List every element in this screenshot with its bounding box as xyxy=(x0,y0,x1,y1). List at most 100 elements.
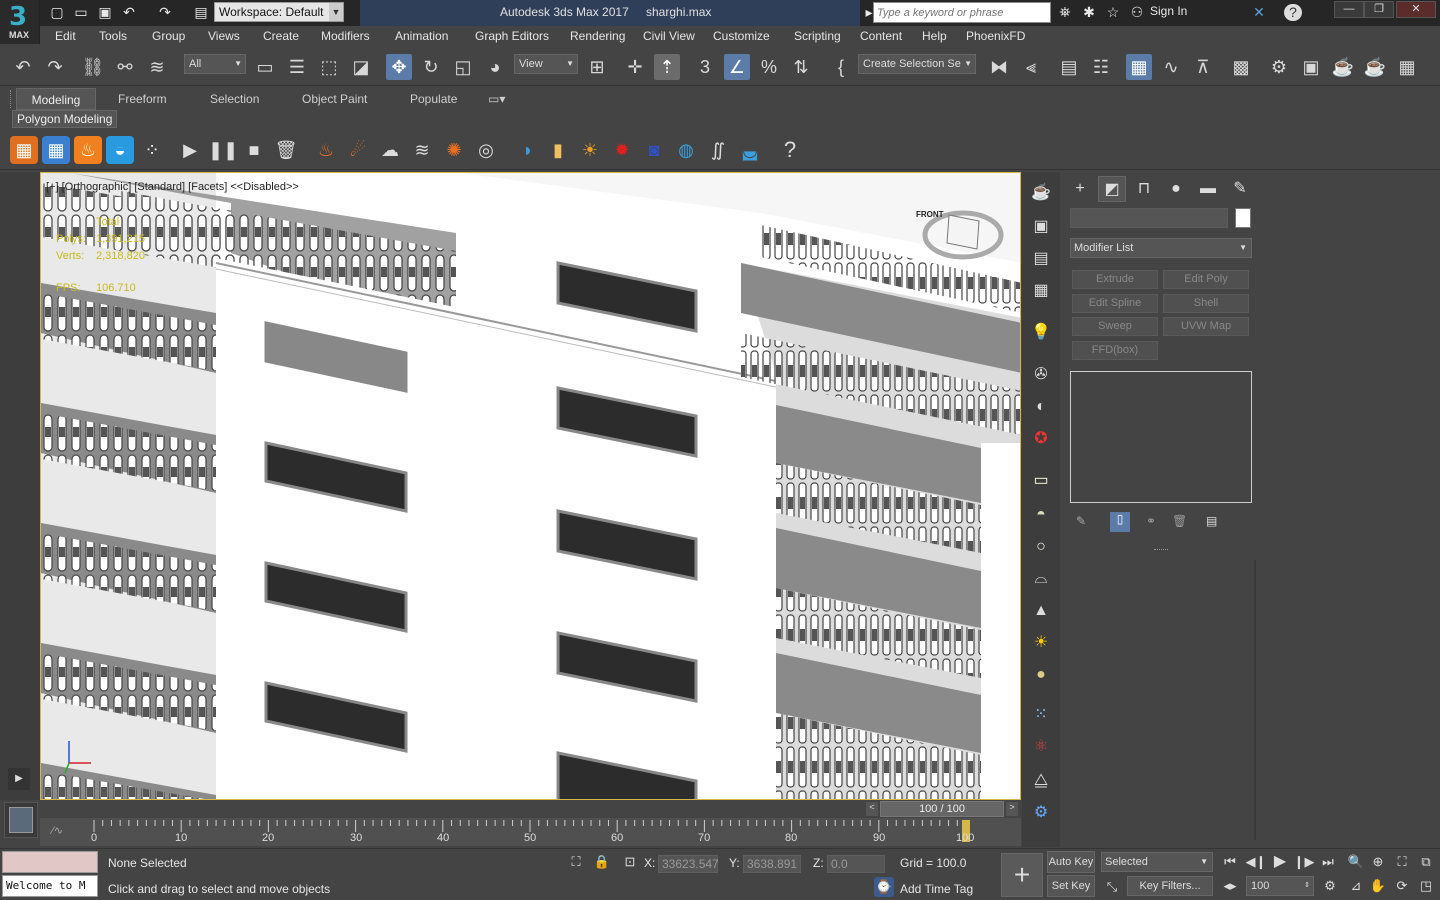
frame-counter[interactable]: 100 / 100 xyxy=(880,801,1004,817)
edit-spline-button[interactable]: Edit Spline xyxy=(1072,294,1158,313)
tab-populate[interactable]: Populate xyxy=(402,88,465,110)
scene-explorer-icon[interactable]: ▦ xyxy=(1126,54,1152,80)
select-and-move-icon[interactable]: ✥ xyxy=(386,54,412,80)
mini-listener-toggle[interactable] xyxy=(4,802,38,838)
undo-icon[interactable]: ↶ xyxy=(120,4,138,21)
pyramid-icon[interactable]: ⧋ xyxy=(1028,768,1054,794)
dome-icon[interactable]: ◓ xyxy=(1028,502,1054,528)
zoom-icon[interactable]: 🔍 xyxy=(1344,851,1368,873)
keyword-search-input[interactable] xyxy=(873,2,1051,23)
menu-animation[interactable]: Animation xyxy=(395,29,448,43)
render-production-icon[interactable]: ☕ xyxy=(1330,54,1356,80)
extrude-button[interactable]: Extrude xyxy=(1072,270,1158,289)
menu-create[interactable]: Create xyxy=(263,29,299,43)
rectangular-selection-icon[interactable]: ⬚ xyxy=(316,54,342,80)
sphere-icon[interactable]: ○ xyxy=(1028,534,1054,560)
menu-scripting[interactable]: Scripting xyxy=(794,29,841,43)
beer-icon[interactable]: ▮ xyxy=(544,136,572,164)
modifier-list-dropdown[interactable]: Modifier List ▼ xyxy=(1070,238,1252,258)
binoculars-icon[interactable]: ⛯ xyxy=(1056,4,1074,21)
open-file-icon[interactable]: ▭ xyxy=(72,4,90,21)
next-frame-icon[interactable]: > xyxy=(1006,802,1018,816)
pan-view-icon[interactable]: ✋ xyxy=(1366,875,1390,897)
candle-icon[interactable]: ✺ xyxy=(440,136,468,164)
redo-icon[interactable]: ↷ xyxy=(42,54,68,80)
uvw-map-button[interactable]: UVW Map xyxy=(1163,317,1249,336)
toggle-ribbon-icon[interactable]: ☷ xyxy=(1088,54,1114,80)
foam-icon[interactable]: ◍ xyxy=(672,136,700,164)
time-configuration-icon[interactable]: ⚙ xyxy=(1318,875,1342,897)
viewcube-label[interactable]: FRONT xyxy=(916,210,944,219)
zoom-extents-icon[interactable]: ⛶ xyxy=(1390,851,1414,873)
fire-source-icon[interactable]: ♨ xyxy=(74,136,102,164)
stop-icon[interactable]: ■ xyxy=(240,136,268,164)
rendered-frame-window-icon[interactable]: ▣ xyxy=(1298,54,1324,80)
spinner-snap-icon[interactable]: ⇅ xyxy=(788,54,814,80)
motion-tab-icon[interactable]: ● xyxy=(1162,176,1190,202)
menu-edit[interactable]: Edit xyxy=(55,29,76,43)
menu-help[interactable]: Help xyxy=(922,29,947,43)
ball-icon[interactable]: ● xyxy=(1028,662,1054,688)
track-bar[interactable]: ∕∿ 0 10 20 30 40 50 60 70 80 90 100 xyxy=(40,818,1021,846)
keyboard-shortcut-override-icon[interactable]: ⇡ xyxy=(654,54,680,80)
maxscript-input[interactable]: Welcome to M xyxy=(2,875,98,897)
schematic-view-icon[interactable]: ⊼ xyxy=(1190,54,1216,80)
mirror-icon[interactable]: ⧓ xyxy=(986,54,1012,80)
align-icon[interactable]: ⫷ xyxy=(1018,54,1044,80)
menu-group[interactable]: Group xyxy=(152,29,185,43)
snaps-toggle-icon[interactable]: 3 xyxy=(692,54,718,80)
smoke-icon[interactable]: ☁ xyxy=(376,136,404,164)
select-and-rotate-icon[interactable]: ↻ xyxy=(418,54,444,80)
close-button[interactable]: ✕ xyxy=(1396,1,1436,18)
teapot-icon[interactable]: ☕ xyxy=(1028,180,1054,206)
bind-space-warp-icon[interactable]: ≋ xyxy=(144,54,170,80)
menu-views[interactable]: Views xyxy=(208,29,240,43)
maxscript-listener-output[interactable] xyxy=(2,851,98,873)
add-time-tag-button[interactable]: Add Time Tag xyxy=(900,882,973,896)
edit-named-selection-icon[interactable]: { xyxy=(828,54,854,80)
edit-poly-button[interactable]: Edit Poly xyxy=(1163,270,1249,289)
menu-modifiers[interactable]: Modifiers xyxy=(321,29,370,43)
render-setup-icon[interactable]: ⚙ xyxy=(1266,54,1292,80)
named-selection-dropdown[interactable]: Create Selection Se ▼ xyxy=(858,54,976,74)
fireball-icon[interactable]: ☄ xyxy=(344,136,372,164)
liquid-source-icon[interactable]: ◒ xyxy=(106,136,134,164)
unlink-icon[interactable]: ⚯ xyxy=(112,54,138,80)
plane-icon[interactable]: ▭ xyxy=(1028,468,1054,494)
autodesk-exchange-icon[interactable]: ✕ xyxy=(1250,4,1268,21)
hierarchy-tab-icon[interactable]: ⊓ xyxy=(1130,176,1158,202)
undo-icon[interactable]: ↶ xyxy=(10,54,36,80)
previous-frame-icon[interactable]: < xyxy=(866,802,878,816)
object-name-field[interactable] xyxy=(1070,208,1228,228)
default-in-out-tangents-icon[interactable]: ⤡ xyxy=(1100,876,1124,898)
pause-icon[interactable]: ❚❚ xyxy=(208,136,238,164)
zoom-extents-all-icon[interactable]: ⧉ xyxy=(1414,851,1438,873)
maximize-button[interactable]: ❐ xyxy=(1364,1,1394,18)
pool-icon[interactable]: ◛ xyxy=(736,136,764,164)
wave-icon[interactable]: ∬ xyxy=(704,136,732,164)
select-and-manipulate-icon[interactable]: ✛ xyxy=(622,54,648,80)
menu-civil-view[interactable]: Civil View xyxy=(643,29,695,43)
paint-icon[interactable]: ◙ xyxy=(640,136,668,164)
panel-scrollbar[interactable] xyxy=(1254,560,1256,840)
favorites-star-icon[interactable]: ☆ xyxy=(1104,4,1122,21)
modify-tab-icon[interactable]: ◩ xyxy=(1098,176,1126,202)
new-scene-icon[interactable]: ▢ xyxy=(48,4,66,21)
project-folder-icon[interactable]: ▤ xyxy=(192,4,210,21)
grid-dots-icon[interactable]: ⁙ xyxy=(1028,702,1054,728)
redo-icon[interactable]: ↷ xyxy=(156,4,174,21)
vortex-icon[interactable]: ◎ xyxy=(472,136,500,164)
sign-in-link[interactable]: Sign In xyxy=(1150,4,1187,18)
time-tag-icon[interactable]: ⌚ xyxy=(874,877,894,897)
go-to-end-icon[interactable]: ⏭ xyxy=(1316,851,1340,873)
record-icon[interactable]: ✪ xyxy=(1028,426,1054,452)
go-to-start-icon[interactable]: ⏮ xyxy=(1218,851,1242,873)
key-mode-toggle-icon[interactable]: ◂▸ xyxy=(1218,875,1242,897)
tab-modeling[interactable]: Modeling xyxy=(16,88,96,110)
help-icon[interactable]: ? xyxy=(776,136,804,164)
current-frame-field[interactable]: 100 ⇕ xyxy=(1246,876,1314,896)
create-tab-icon[interactable]: + xyxy=(1066,176,1094,202)
window-crossing-icon[interactable]: ◪ xyxy=(348,54,374,80)
viewport[interactable] xyxy=(40,172,1021,800)
tab-selection[interactable]: Selection xyxy=(202,88,267,110)
